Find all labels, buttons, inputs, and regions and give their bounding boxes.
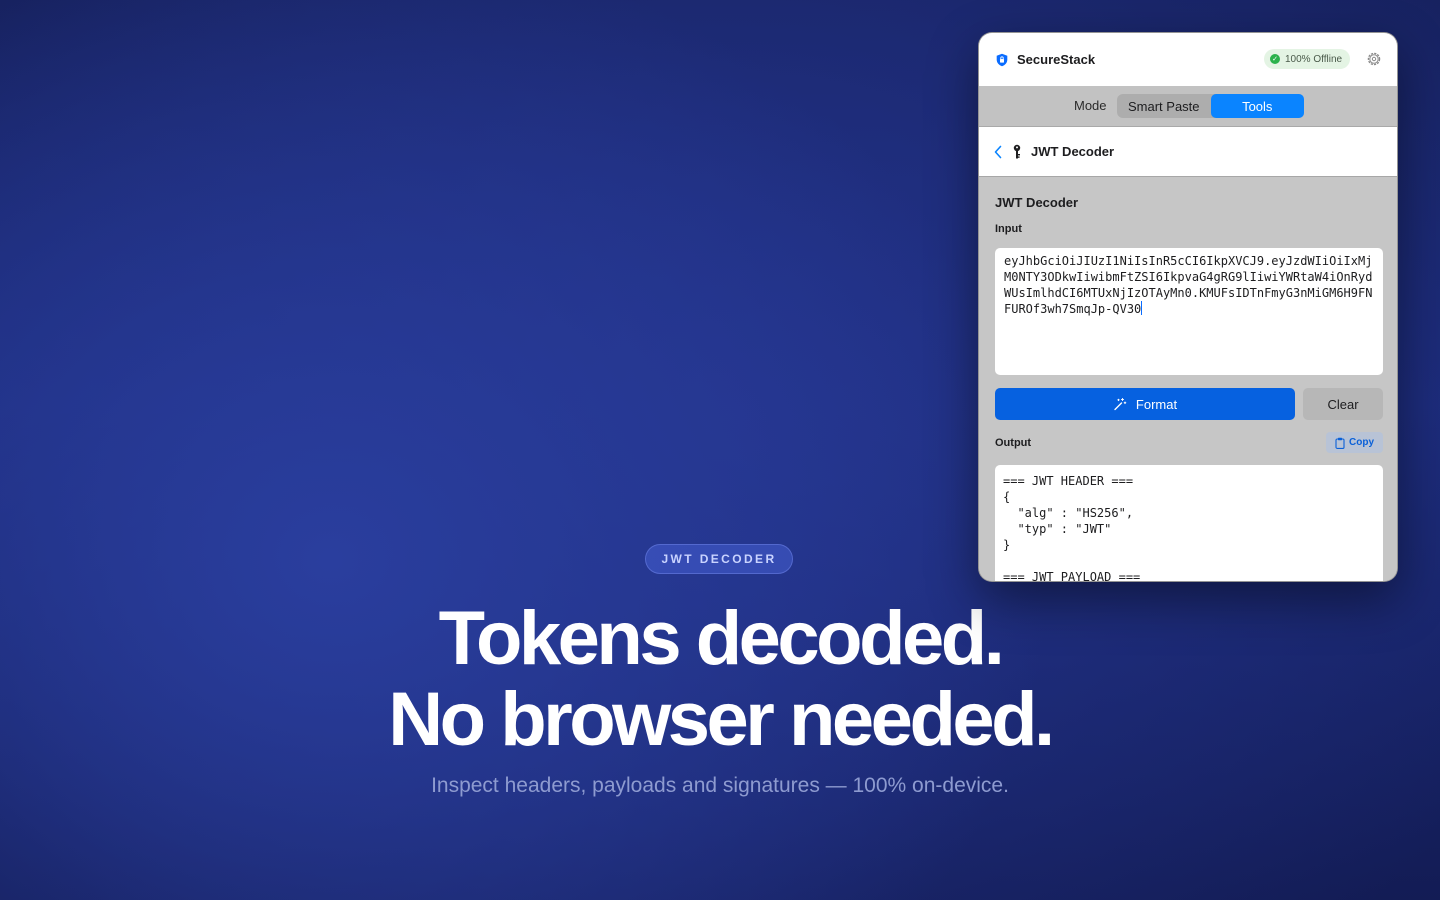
clear-button[interactable]: Clear [1303, 388, 1383, 420]
app-name: SecureStack [1017, 52, 1096, 67]
copy-button-label: Copy [1349, 437, 1374, 448]
hero-subline: Inspect headers, payloads and signatures… [431, 774, 1009, 797]
tool-title: JWT Decoder [1031, 144, 1115, 159]
format-button[interactable]: Format [995, 388, 1295, 420]
clipboard-icon [1335, 437, 1345, 449]
offline-status-badge: ✓ 100% Offline [1264, 49, 1351, 69]
mode-option-tools[interactable]: Tools [1210, 94, 1304, 118]
shield-icon [996, 53, 1008, 66]
format-button-label: Format [1135, 396, 1178, 412]
hero-headline: Tokens decoded. No browser needed. [0, 598, 1440, 760]
mode-bar: Mode Smart Paste Tools [979, 86, 1397, 127]
section-title: JWT Decoder [995, 195, 1079, 210]
gear-icon[interactable] [1367, 52, 1381, 66]
title-bar: SecureStack ✓ 100% Offline [979, 33, 1397, 86]
text-caret [1141, 301, 1143, 315]
tool-header: JWT Decoder [979, 127, 1397, 177]
hero-badge: JWT DECODER [645, 544, 793, 574]
app-window: SecureStack ✓ 100% Offline Mode Smart Pa… [978, 32, 1398, 582]
chevron-left-icon[interactable] [993, 145, 1003, 159]
magic-wand-icon [1114, 398, 1127, 411]
decoder-panel: JWT Decoder Input eyJhbGciOiJIUzI1NiIsIn… [979, 178, 1397, 581]
headline-line-1: Tokens decoded. [438, 596, 1005, 681]
copy-button[interactable]: Copy [1326, 432, 1383, 453]
output-label: Output [995, 437, 1032, 449]
check-circle-icon: ✓ [1270, 54, 1280, 64]
mode-option-smart-paste[interactable]: Smart Paste [1117, 94, 1211, 118]
key-icon [1013, 144, 1021, 158]
jwt-input-text: eyJhbGciOiJIUzI1NiIsInR5cCI6IkpXVCJ9.eyJ… [1004, 254, 1373, 316]
mode-segmented-control: Smart Paste Tools [1117, 94, 1304, 118]
status-text: 100% Offline [1285, 53, 1343, 65]
mode-label: Mode [1074, 98, 1107, 113]
input-label: Input [995, 223, 1022, 235]
decoded-output[interactable]: === JWT HEADER === { "alg" : "HS256", "t… [995, 465, 1383, 581]
jwt-input[interactable]: eyJhbGciOiJIUzI1NiIsInR5cCI6IkpXVCJ9.eyJ… [995, 248, 1383, 375]
headline-line-2: No browser needed. [388, 677, 1055, 762]
